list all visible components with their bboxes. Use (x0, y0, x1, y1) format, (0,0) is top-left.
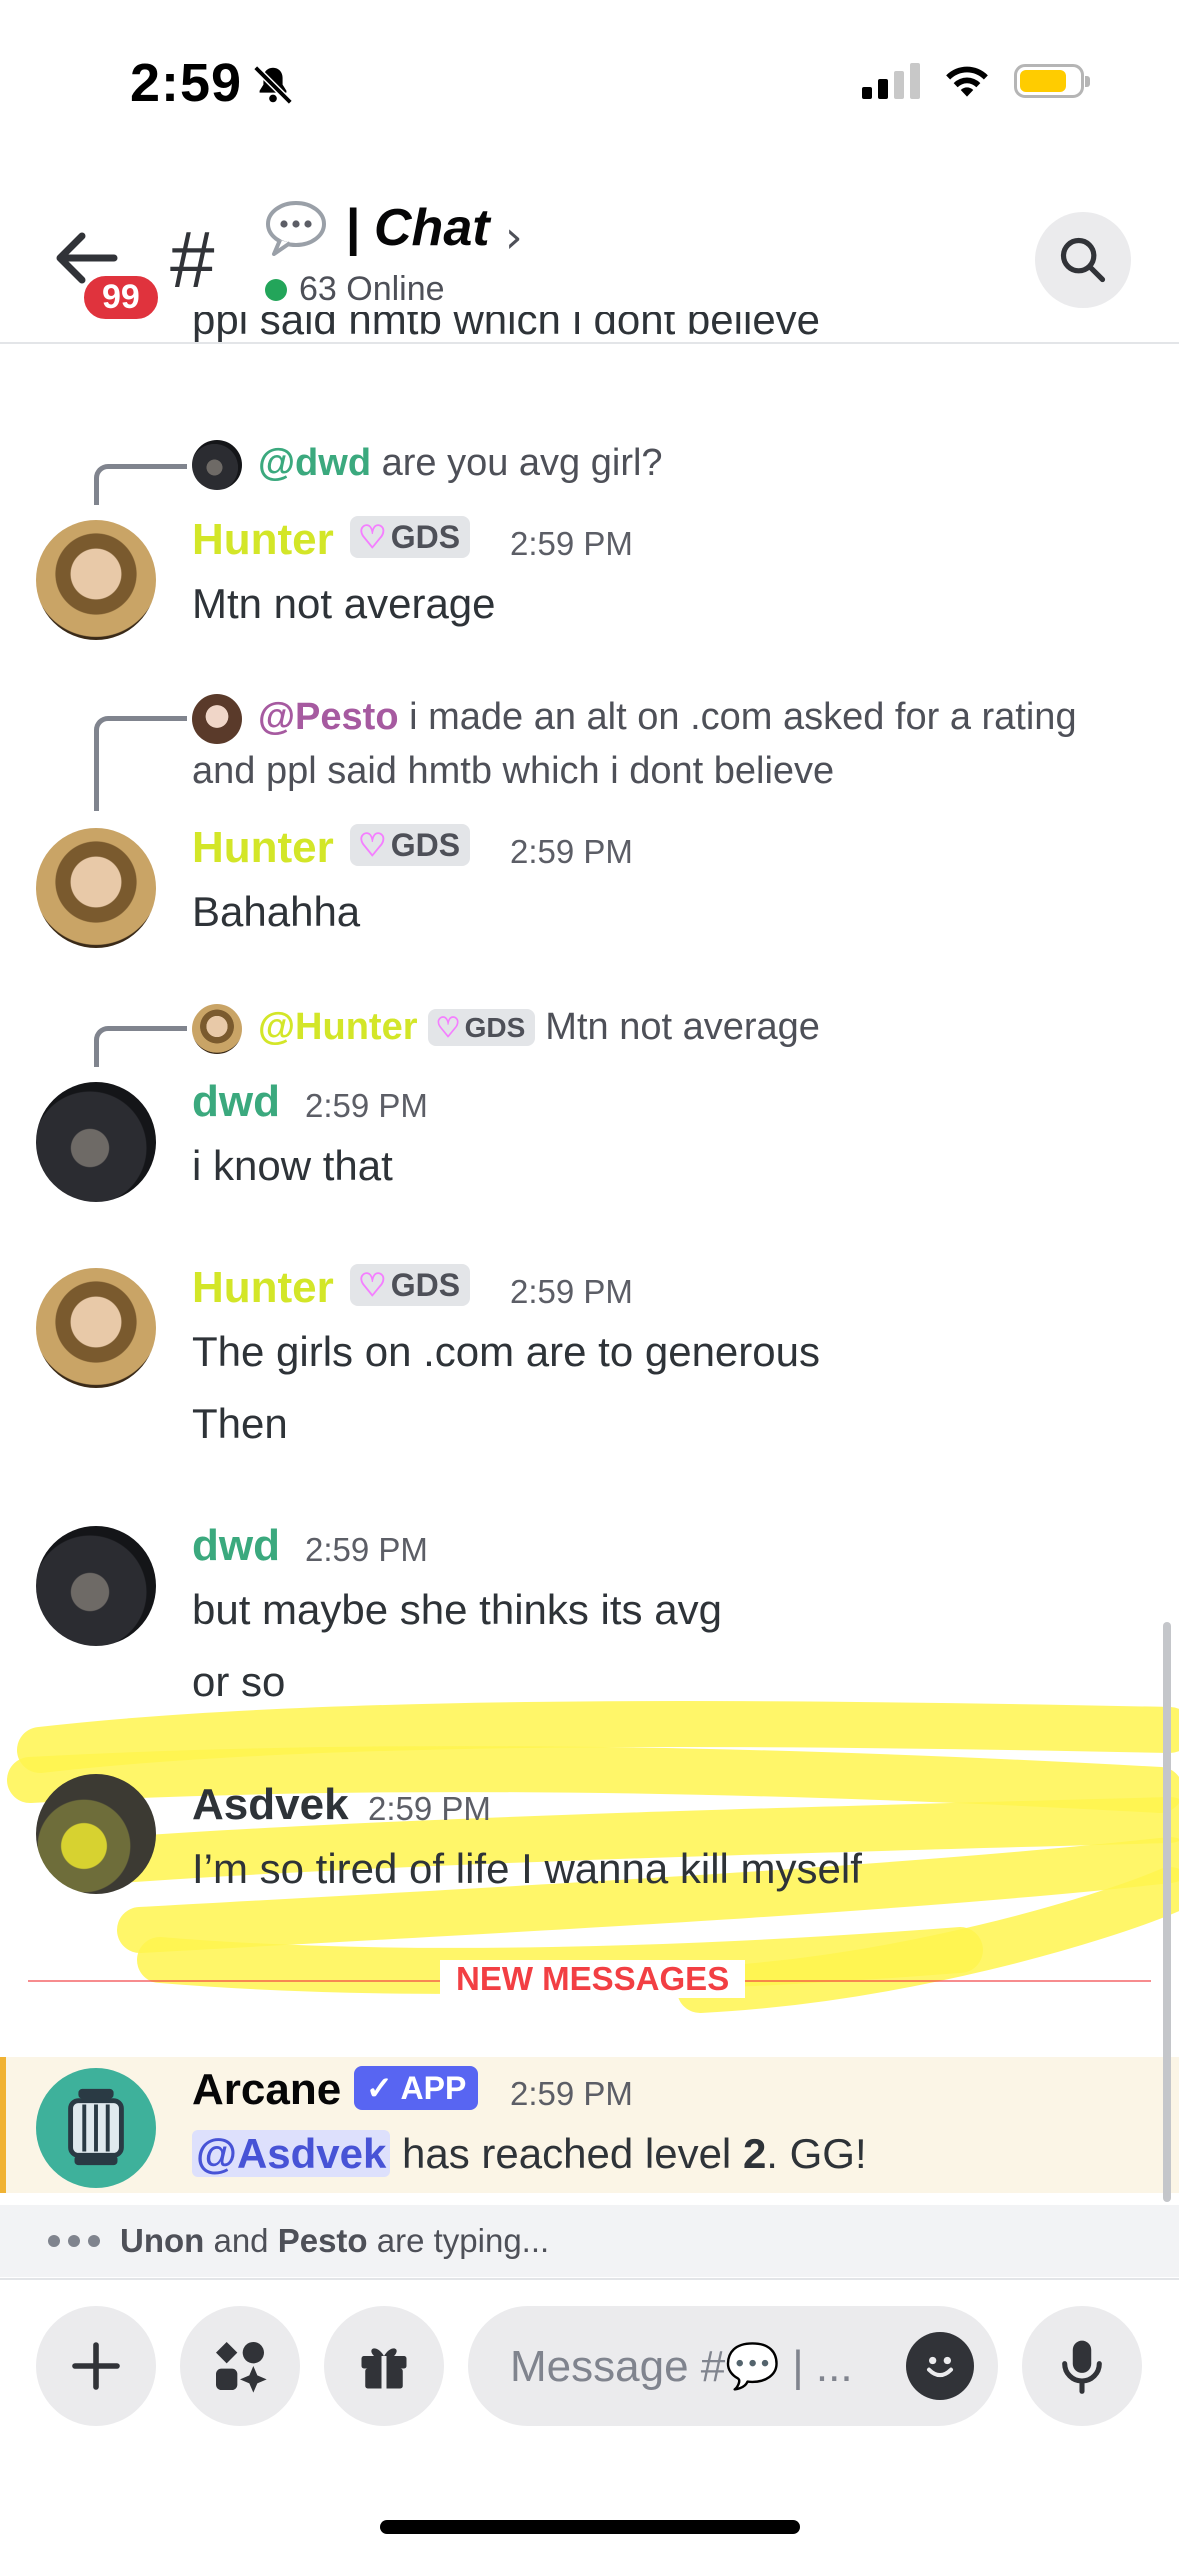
lantern-icon (68, 2088, 124, 2166)
avatar[interactable] (36, 828, 156, 948)
plus-icon (72, 2342, 120, 2390)
reply-spine (94, 716, 187, 811)
online-count: 63 Online (265, 270, 445, 309)
add-button[interactable] (36, 2306, 156, 2426)
message-text: Then (192, 1400, 288, 1447)
message-text: but maybe she thinks its avg (192, 1586, 722, 1633)
channel-hash-icon: # (170, 215, 215, 304)
signal-icon (862, 63, 920, 99)
composer-divider (0, 2278, 1179, 2280)
message-text: @Asdvek has reached level 2. GG! (192, 2118, 867, 2190)
apps-button[interactable] (180, 2306, 300, 2426)
home-indicator[interactable] (380, 2520, 800, 2534)
wifi-icon (946, 66, 988, 97)
author-name[interactable]: Asdvek (192, 1780, 349, 1830)
search-button[interactable] (1035, 212, 1131, 308)
reply-preview-line2: and ppl said hmtb which i dont believe (192, 750, 835, 792)
timestamp: 2:59 PM (368, 1790, 491, 1827)
author-name[interactable]: Arcane (192, 2065, 341, 2115)
unread-badge: 99 (80, 272, 162, 323)
status-time: 2:59 (130, 53, 243, 113)
timestamp: 2:59 PM (510, 833, 633, 870)
timestamp: 2:59 PM (305, 1531, 428, 1568)
role-tag: ♡ GDS (350, 1264, 471, 1306)
message-text: Mtn not average (192, 580, 496, 627)
author-name[interactable]: Hunter (192, 823, 334, 873)
online-text: 63 Online (299, 270, 445, 308)
role-tag: ♡ GDS (350, 824, 471, 866)
message-text: I’m so tired of life I wanna kill myself (192, 1845, 862, 1892)
emoji-button[interactable] (906, 2332, 974, 2400)
timestamp: 2:59 PM (305, 1087, 428, 1124)
message-text: i know that (192, 1142, 393, 1189)
reply-preview[interactable]: @Pesto i made an alt on .com asked for a… (258, 696, 1077, 739)
voice-button[interactable] (1022, 2306, 1142, 2426)
speech-bubble-icon (266, 201, 326, 256)
bell-slash-icon (253, 65, 293, 105)
avatar[interactable] (36, 1082, 156, 1202)
reply-avatar (192, 440, 242, 490)
typing-user: Pesto (277, 2222, 368, 2259)
typing-indicator: Unon and Pesto are typing... (0, 2205, 1179, 2277)
author-name[interactable]: Hunter (192, 1263, 334, 1313)
channel-title[interactable]: | Chat (345, 198, 490, 258)
timestamp: 2:59 PM (510, 2075, 633, 2112)
scrollbar[interactable] (1163, 1622, 1171, 2202)
author-name[interactable]: dwd (192, 1521, 280, 1571)
chevron-right-icon[interactable]: › (505, 212, 523, 263)
battery-icon (1014, 64, 1090, 98)
microphone-icon (1062, 2340, 1102, 2394)
reply-preview[interactable]: @Hunter ♡ GDS Mtn not average (258, 1006, 820, 1049)
role-tag: ♡ GDS (350, 516, 471, 558)
header-divider (0, 342, 1179, 344)
message-input-placeholder: Message #💬 | ... (510, 2342, 853, 2391)
reply-spine (94, 464, 187, 505)
message-text: or so (192, 1658, 286, 1705)
avatar[interactable] (36, 1526, 156, 1646)
role-tag: ♡ GDS (427, 1009, 536, 1046)
emoji-icon (926, 2356, 954, 2378)
online-dot-icon (265, 278, 287, 301)
user-mention[interactable]: @Asdvek (192, 2130, 391, 2177)
avatar[interactable] (36, 520, 156, 640)
message-text: The girls on .com are to generous (192, 1328, 820, 1375)
typing-user: Unon (120, 2222, 205, 2259)
status-icons (862, 62, 1090, 100)
reply-avatar (192, 1004, 242, 1054)
timestamp: 2:59 PM (510, 1273, 633, 1310)
timestamp: 2:59 PM (510, 525, 633, 562)
author-name[interactable]: Hunter (192, 515, 334, 565)
reply-avatar (192, 694, 242, 744)
avatar[interactable] (36, 2068, 156, 2188)
reply-spine (94, 1026, 187, 1067)
app-tag: ✓ APP (354, 2066, 479, 2110)
search-icon (1060, 237, 1106, 283)
avatar[interactable] (36, 1774, 156, 1894)
gift-icon (361, 2348, 407, 2389)
typing-dots-icon (48, 2235, 100, 2247)
apps-icon (216, 2342, 267, 2393)
gift-button[interactable] (324, 2306, 444, 2426)
message-text: Bahahha (192, 888, 361, 935)
author-name[interactable]: dwd (192, 1077, 280, 1127)
reply-preview[interactable]: @dwd are you avg girl? (258, 442, 663, 485)
new-messages-label: NEW MESSAGES (440, 1960, 746, 1998)
avatar[interactable] (36, 1268, 156, 1388)
